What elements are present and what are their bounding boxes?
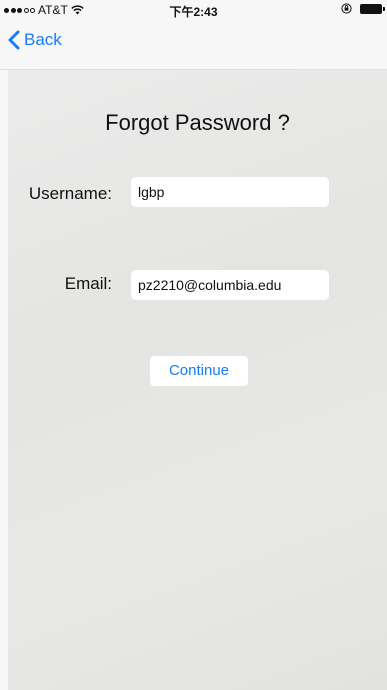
back-button[interactable]: Back: [8, 30, 62, 50]
navigation-bar: Back: [0, 20, 387, 70]
email-label: Email:: [64, 274, 112, 293]
status-bar: AT&T 下午2:43: [0, 0, 387, 20]
status-time: 下午2:43: [169, 5, 218, 19]
username-field[interactable]: lgbp: [131, 177, 329, 207]
continue-button[interactable]: Continue: [150, 356, 248, 386]
page-title: Forgot Password ?: [105, 110, 290, 135]
forgot-password-form: Forgot Password ? Username: lgbp Email: …: [8, 70, 387, 690]
orientation-lock-icon: [341, 3, 352, 14]
email-field[interactable]: pz2210@columbia.edu: [131, 270, 329, 300]
battery-icon: [360, 3, 385, 14]
chevron-left-icon: [8, 30, 20, 50]
username-label: Username:: [28, 184, 112, 203]
back-button-label: Back: [24, 30, 62, 49]
app-screen: AT&T 下午2:43 Back Forgot Password ? Usern…: [0, 0, 387, 690]
status-right: [341, 3, 385, 14]
